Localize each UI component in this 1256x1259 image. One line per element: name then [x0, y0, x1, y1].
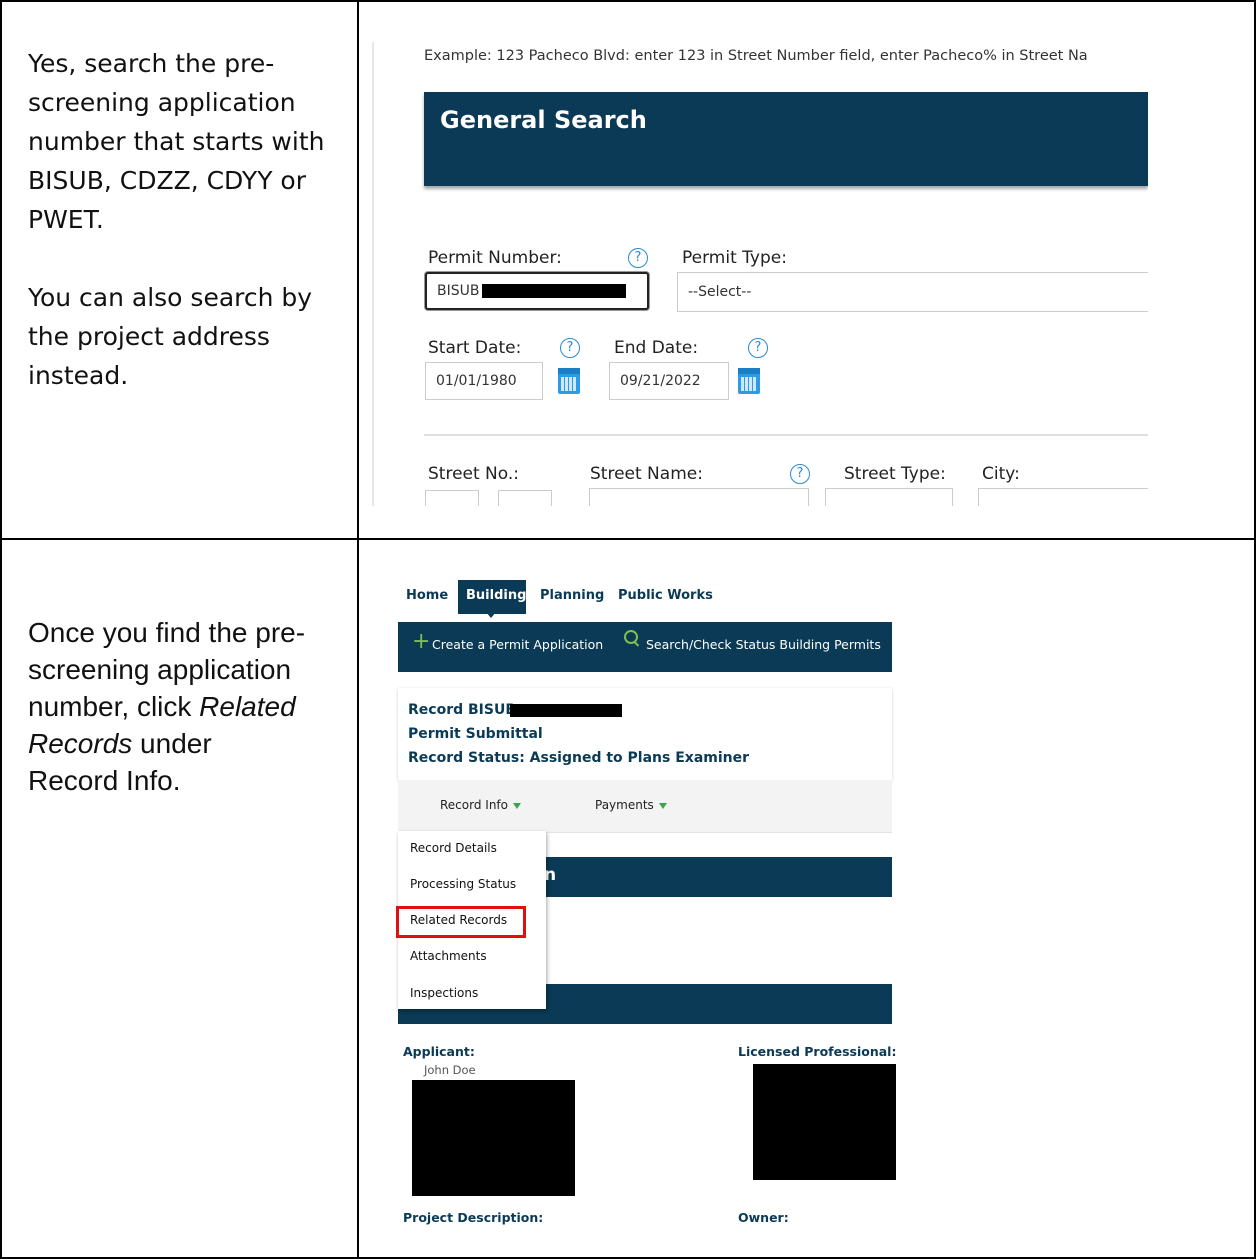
- end-date-value: 09/21/2022: [620, 373, 701, 389]
- general-search-title: General Search: [440, 106, 647, 134]
- create-permit-link[interactable]: Create a Permit Application: [432, 637, 603, 652]
- record-header: Record BISUB Permit Submittal Record Sta…: [398, 688, 892, 780]
- calendar-icon[interactable]: [558, 368, 580, 394]
- project-description-label: Project Description:: [403, 1210, 544, 1225]
- record-status: Record Status: Assigned to Plans Examine…: [408, 750, 750, 766]
- street-name-label: Street Name:: [590, 464, 703, 484]
- search-icon: [624, 630, 638, 644]
- step2-line: Record Info.: [28, 765, 181, 796]
- redaction: [482, 284, 626, 298]
- permit-type-label: Permit Type:: [682, 248, 787, 268]
- step2-emphasis: Records: [28, 728, 133, 759]
- redaction: [412, 1080, 575, 1196]
- permit-number-value: BISUB: [437, 283, 480, 299]
- related-records-highlight: [396, 906, 526, 938]
- applicant-name: John Doe: [424, 1063, 476, 1077]
- help-icon[interactable]: ?: [790, 464, 810, 484]
- record-id: Record BISUB: [408, 702, 516, 718]
- city-label: City:: [982, 464, 1020, 484]
- tab-record-info-label: Record Info: [440, 798, 508, 812]
- step2-line: Once you find the pre-: [28, 617, 306, 648]
- plus-icon: +: [412, 629, 431, 654]
- active-caret: [486, 612, 496, 618]
- search-permits-link[interactable]: Search/Check Status Building Permits: [646, 637, 881, 652]
- step1-line: You can also search by: [28, 283, 313, 312]
- record-type: Permit Submittal: [408, 726, 543, 742]
- menu-inspections[interactable]: Inspections: [410, 986, 478, 1000]
- street-type-select[interactable]: [825, 488, 953, 506]
- calendar-icon[interactable]: [738, 368, 760, 394]
- owner-label: Owner:: [738, 1210, 789, 1225]
- step2-line: Records under: [28, 725, 348, 762]
- start-date-label: Start Date:: [428, 338, 522, 358]
- redaction: [753, 1064, 896, 1180]
- nav-home[interactable]: Home: [406, 588, 448, 603]
- nav-building: Building: [466, 588, 527, 603]
- help-icon[interactable]: ?: [560, 338, 580, 358]
- city-input[interactable]: [978, 488, 1148, 506]
- redaction: [510, 704, 622, 717]
- help-icon[interactable]: ?: [628, 248, 648, 268]
- permit-number-label: Permit Number:: [428, 248, 562, 268]
- step2-emphasis: Related: [199, 691, 296, 722]
- tab-record-info[interactable]: Record Info: [440, 798, 521, 812]
- action-bar: + Create a Permit Application Search/Che…: [398, 622, 892, 672]
- street-name-input[interactable]: [589, 488, 809, 506]
- step1-line: PWET.: [28, 205, 104, 234]
- step2-line: number, click Related: [28, 688, 348, 725]
- step1-line: number that starts with: [28, 127, 325, 156]
- tab-payments[interactable]: Payments: [595, 798, 667, 812]
- street-type-label: Street Type:: [844, 464, 946, 484]
- step2-instructions: Once you find the pre- screening applica…: [28, 614, 348, 799]
- step2-text: under: [132, 728, 212, 759]
- menu-record-details[interactable]: Record Details: [410, 841, 497, 855]
- street-no-input-2[interactable]: [498, 490, 552, 506]
- step1-line: screening application: [28, 88, 296, 117]
- record-tabs: Record Info Payments: [398, 780, 892, 833]
- tab-payments-label: Payments: [595, 798, 654, 812]
- menu-attachments[interactable]: Attachments: [410, 949, 487, 963]
- example-hint: Example: 123 Pacheco Blvd: enter 123 in …: [424, 48, 1088, 64]
- permit-type-value: --Select--: [688, 284, 752, 300]
- end-date-label: End Date:: [614, 338, 699, 358]
- permit-type-select[interactable]: --Select--: [677, 272, 1148, 312]
- column-divider: [357, 0, 359, 1259]
- start-date-input[interactable]: 01/01/1980: [425, 362, 543, 400]
- start-date-value: 01/01/1980: [436, 373, 517, 389]
- street-no-input[interactable]: [425, 490, 479, 506]
- menu-processing-status[interactable]: Processing Status: [410, 877, 516, 891]
- step1-line: BISUB, CDZZ, CDYY or: [28, 166, 306, 195]
- end-date-input[interactable]: 09/21/2022: [609, 362, 729, 400]
- applicant-label: Applicant:: [403, 1044, 475, 1059]
- street-no-label: Street No.:: [428, 464, 520, 484]
- chevron-down-icon: [513, 802, 521, 809]
- help-icon[interactable]: ?: [748, 338, 768, 358]
- step1-line: instead.: [28, 361, 129, 390]
- step1-instructions: Yes, search the pre- screening applicati…: [28, 44, 348, 395]
- chevron-down-icon: [658, 802, 667, 809]
- licensed-professional-label: Licensed Professional:: [738, 1044, 896, 1059]
- nav-planning[interactable]: Planning: [540, 588, 604, 603]
- record-page-screenshot: Home Building Planning Public Works + Cr…: [396, 576, 896, 1256]
- step1-line: the project address: [28, 322, 270, 351]
- step1-line: Yes, search the pre-: [28, 49, 275, 78]
- row-divider: [0, 538, 1256, 540]
- step2-text: number, click: [28, 691, 200, 722]
- nav-public-works[interactable]: Public Works: [618, 588, 713, 603]
- step2-line: screening application: [28, 654, 292, 685]
- general-search-header: General Search: [424, 92, 1148, 186]
- form-divider: [424, 434, 1148, 436]
- general-search-screenshot: Example: 123 Pacheco Blvd: enter 123 in …: [372, 36, 1148, 506]
- nav-building-active[interactable]: Building: [458, 580, 527, 618]
